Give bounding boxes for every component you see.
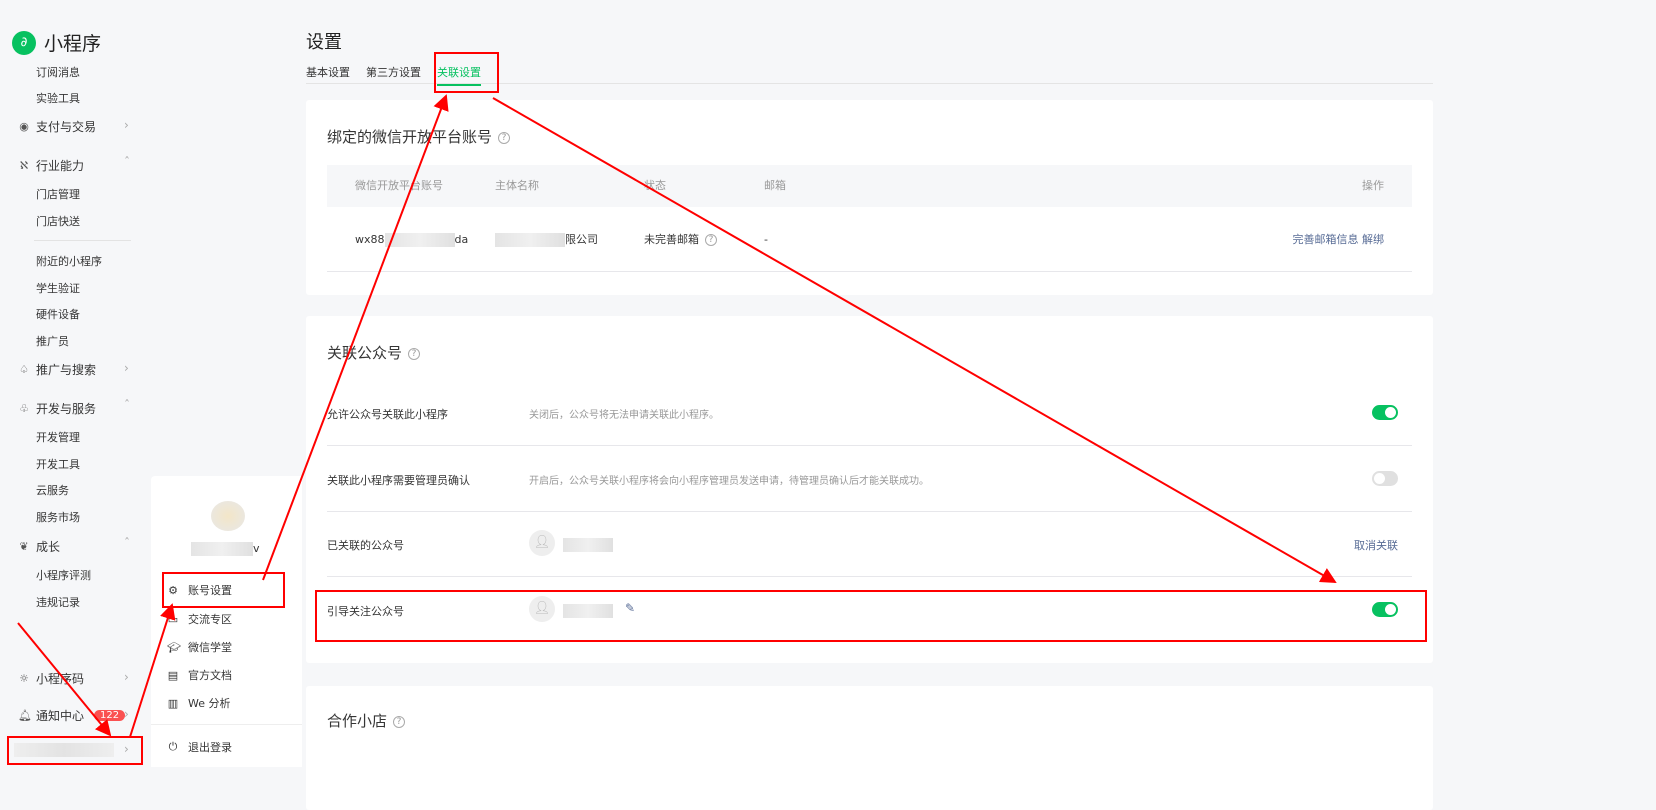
sidebar-item[interactable]: 违规记录 [36, 594, 80, 610]
guide-follow-toggle[interactable] [1372, 602, 1398, 617]
edit-icon[interactable]: ✎ [625, 601, 635, 615]
chevron-right-icon: › [124, 118, 129, 132]
sidebar-item[interactable]: 云服务 [36, 482, 69, 498]
admin-confirm-toggle[interactable] [1372, 471, 1398, 486]
account-avatar-icon: 👤︎ [529, 596, 555, 622]
setting-row: 允许公众号关联此小程序 关闭后，公众号将无法申请关联此小程序。 [327, 380, 1412, 446]
bell-icon: 🔔︎ [18, 709, 32, 722]
entity-cell: 限公司 [495, 220, 598, 260]
power-icon: ⏻ [168, 740, 178, 753]
chevron-right-icon: › [124, 361, 129, 375]
menu-docs[interactable]: ▤ 官方文档 [167, 667, 232, 683]
official-account-card: 关联公众号? 允许公众号关联此小程序 关闭后，公众号将无法申请关联此小程序。 关联… [306, 316, 1433, 663]
username: v [191, 542, 260, 556]
avatar [211, 501, 245, 531]
chevron-up-icon: ˆ [124, 536, 130, 550]
sidebar-item[interactable]: 服务市场 [36, 509, 80, 525]
section-title: 关联公众号? [327, 342, 421, 363]
menu-community[interactable]: ▭ 交流专区 [167, 611, 232, 627]
page-title: 设置 [306, 32, 342, 53]
sidebar-item-qrcode[interactable]: ☼ 小程序码 [18, 670, 84, 687]
actions-cell: 完善邮箱信息 解绑 [1293, 220, 1385, 260]
sidebar-item[interactable]: 开发管理 [36, 429, 80, 445]
sidebar-item[interactable]: 附近的小程序 [36, 253, 102, 269]
table-row: wx88 da 限公司 未完善邮箱? - 完善邮箱信息 解绑 [327, 220, 1412, 272]
chevron-up-icon: ˆ [124, 398, 130, 412]
account-popup-menu: v ⚙ 账号设置 ▭ 交流专区 🎓︎ 微信学堂 ▤ 官方文档 ▥ We 分析 ⏻ 退出登录 [151, 476, 302, 767]
allow-association-toggle[interactable] [1372, 405, 1398, 420]
sidebar-item-growth[interactable]: ❦ 成长 [18, 538, 60, 555]
divider [151, 724, 302, 725]
sidebar-item[interactable]: 实验工具 [36, 90, 80, 106]
column-header: 操作 [1362, 179, 1384, 192]
sidebar-item[interactable]: 推广员 [36, 333, 69, 349]
account-cell: wx88 da [355, 233, 469, 247]
setting-row: 引导关注公众号 👤︎ ✎ [327, 577, 1412, 643]
chevron-right-icon: › [124, 670, 129, 684]
sidebar-item-notify[interactable]: 🔔︎ 通知中心 122 [18, 707, 126, 724]
menu-we-analysis[interactable]: ▥ We 分析 [167, 695, 231, 711]
unbind-link[interactable]: 解绑 [1362, 233, 1384, 246]
column-header: 微信开放平台账号 [355, 179, 443, 192]
section-title: 绑定的微信开放平台账号? [327, 126, 511, 147]
menu-logout[interactable]: ⏻ 退出登录 [167, 739, 232, 755]
chevron-right-icon: › [124, 742, 129, 756]
table-header: 微信开放平台账号 主体名称 状态 邮箱 操作 [327, 165, 1412, 207]
chat-icon: ▭ [167, 612, 179, 626]
sidebar-item[interactable]: 门店管理 [36, 186, 80, 202]
column-header: 状态 [644, 179, 666, 192]
sidebar-item[interactable]: 订阅消息 [36, 64, 80, 80]
email-cell: - [764, 233, 768, 246]
fire-icon: ♤ [19, 363, 29, 376]
help-icon[interactable]: ? [408, 347, 421, 360]
sidebar-item[interactable]: 开发工具 [36, 456, 80, 472]
growth-icon: ❦ [19, 540, 29, 553]
sidebar-item-industry[interactable]: ℵ 行业能力 [18, 157, 84, 174]
sidebar-item[interactable]: 门店快送 [36, 213, 80, 229]
account-avatar-icon: 👤︎ [529, 530, 555, 556]
help-icon[interactable]: ? [393, 715, 406, 728]
account-switcher[interactable] [14, 743, 114, 757]
map-icon: ▥ [167, 696, 179, 710]
column-header: 主体名称 [495, 179, 539, 192]
sidebar-item[interactable]: 学生验证 [36, 280, 80, 296]
pay-icon: ◉ [19, 120, 29, 133]
graduation-cap-icon: 🎓︎ [167, 640, 181, 654]
help-icon: ? [705, 234, 717, 246]
app-logo[interactable]: ∂ 小程序 [12, 29, 101, 56]
menu-academy[interactable]: 🎓︎ 微信学堂 [167, 639, 232, 655]
document-icon: ▤ [167, 668, 179, 682]
sidebar-item-pay[interactable]: ◉ 支付与交易 [18, 118, 96, 135]
chevron-right-icon: › [124, 707, 129, 721]
industry-icon: ℵ [19, 159, 29, 172]
qrcode-icon: ☼ [19, 672, 29, 685]
notify-badge: 122 [94, 710, 126, 721]
setting-row: 关联此小程序需要管理员确认 开启后，公众号关联小程序将会向小程序管理员发送申请，待… [327, 446, 1412, 512]
complete-email-link[interactable]: 完善邮箱信息 [1293, 233, 1359, 246]
section-title: 合作小店? [327, 710, 406, 731]
gear-icon: ⚙ [168, 583, 178, 597]
shop-card: 合作小店? [306, 686, 1433, 810]
menu-account-settings[interactable]: ⚙ 账号设置 [167, 582, 232, 598]
tabs-underline [306, 83, 1433, 84]
sidebar-item-dev[interactable]: ♧ 开发与服务 [18, 400, 96, 417]
chevron-up-icon: ˆ [124, 155, 130, 169]
cancel-association-link[interactable]: 取消关联 [1354, 537, 1398, 553]
dev-icon: ♧ [19, 402, 29, 415]
sidebar-item-promo[interactable]: ♤ 推广与搜索 [18, 361, 96, 378]
miniprogram-logo-icon: ∂ [12, 30, 36, 55]
setting-row: 已关联的公众号 👤︎ 取消关联 [327, 511, 1412, 577]
column-header: 邮箱 [764, 179, 786, 192]
status-cell: 未完善邮箱? [644, 220, 717, 260]
sidebar-item[interactable]: 硬件设备 [36, 306, 80, 322]
open-platform-card: 绑定的微信开放平台账号? 微信开放平台账号 主体名称 状态 邮箱 操作 wx88… [306, 100, 1433, 295]
help-icon[interactable]: ? [498, 131, 511, 144]
divider [34, 240, 131, 241]
sidebar-item[interactable]: 小程序评测 [36, 567, 91, 583]
